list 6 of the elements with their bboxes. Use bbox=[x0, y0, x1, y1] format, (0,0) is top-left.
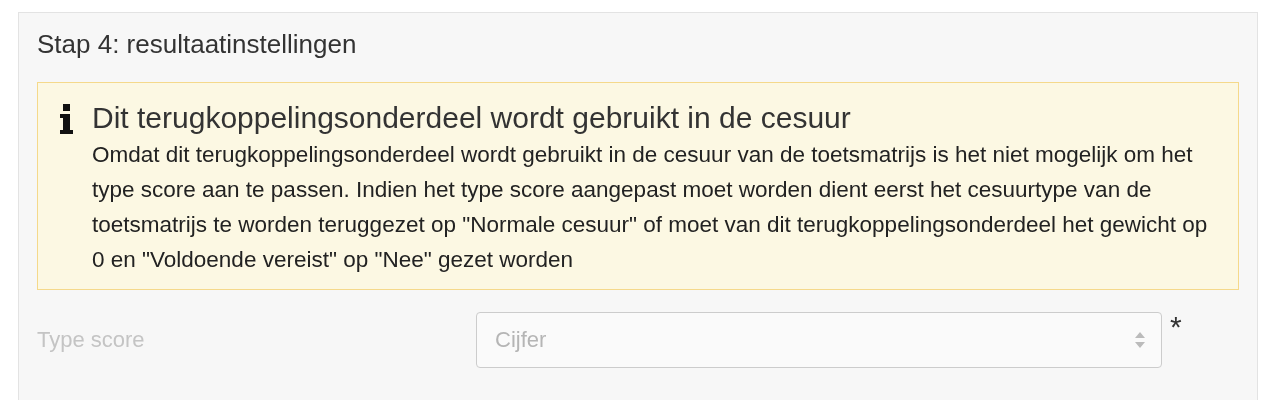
section-title: Stap 4: resultaatinstellingen bbox=[37, 29, 358, 60]
sort-arrows-icon bbox=[1135, 332, 1145, 348]
info-icon bbox=[60, 104, 74, 134]
required-mark: * bbox=[1170, 310, 1182, 344]
alert-message: Omdat dit terugkoppelingsonderdeel wordt gebruikt in de cesuur van de toetsmatrijs is het niet mogelijk om het type score aan te passen. Indien het type score aangepast moet worden dient eerst het cesuurtype van de toetsmatrijs te worden teruggezet op "Normale cesuur" of moet van dit terugkoppelingsonderdeel het gewicht op 0 en "Voldoende vereist" op "Nee" gezet worden bbox=[92, 141, 1209, 274]
alert-title: Dit terugkoppelingsonderdeel wordt gebruikt in de cesuur bbox=[92, 101, 852, 135]
